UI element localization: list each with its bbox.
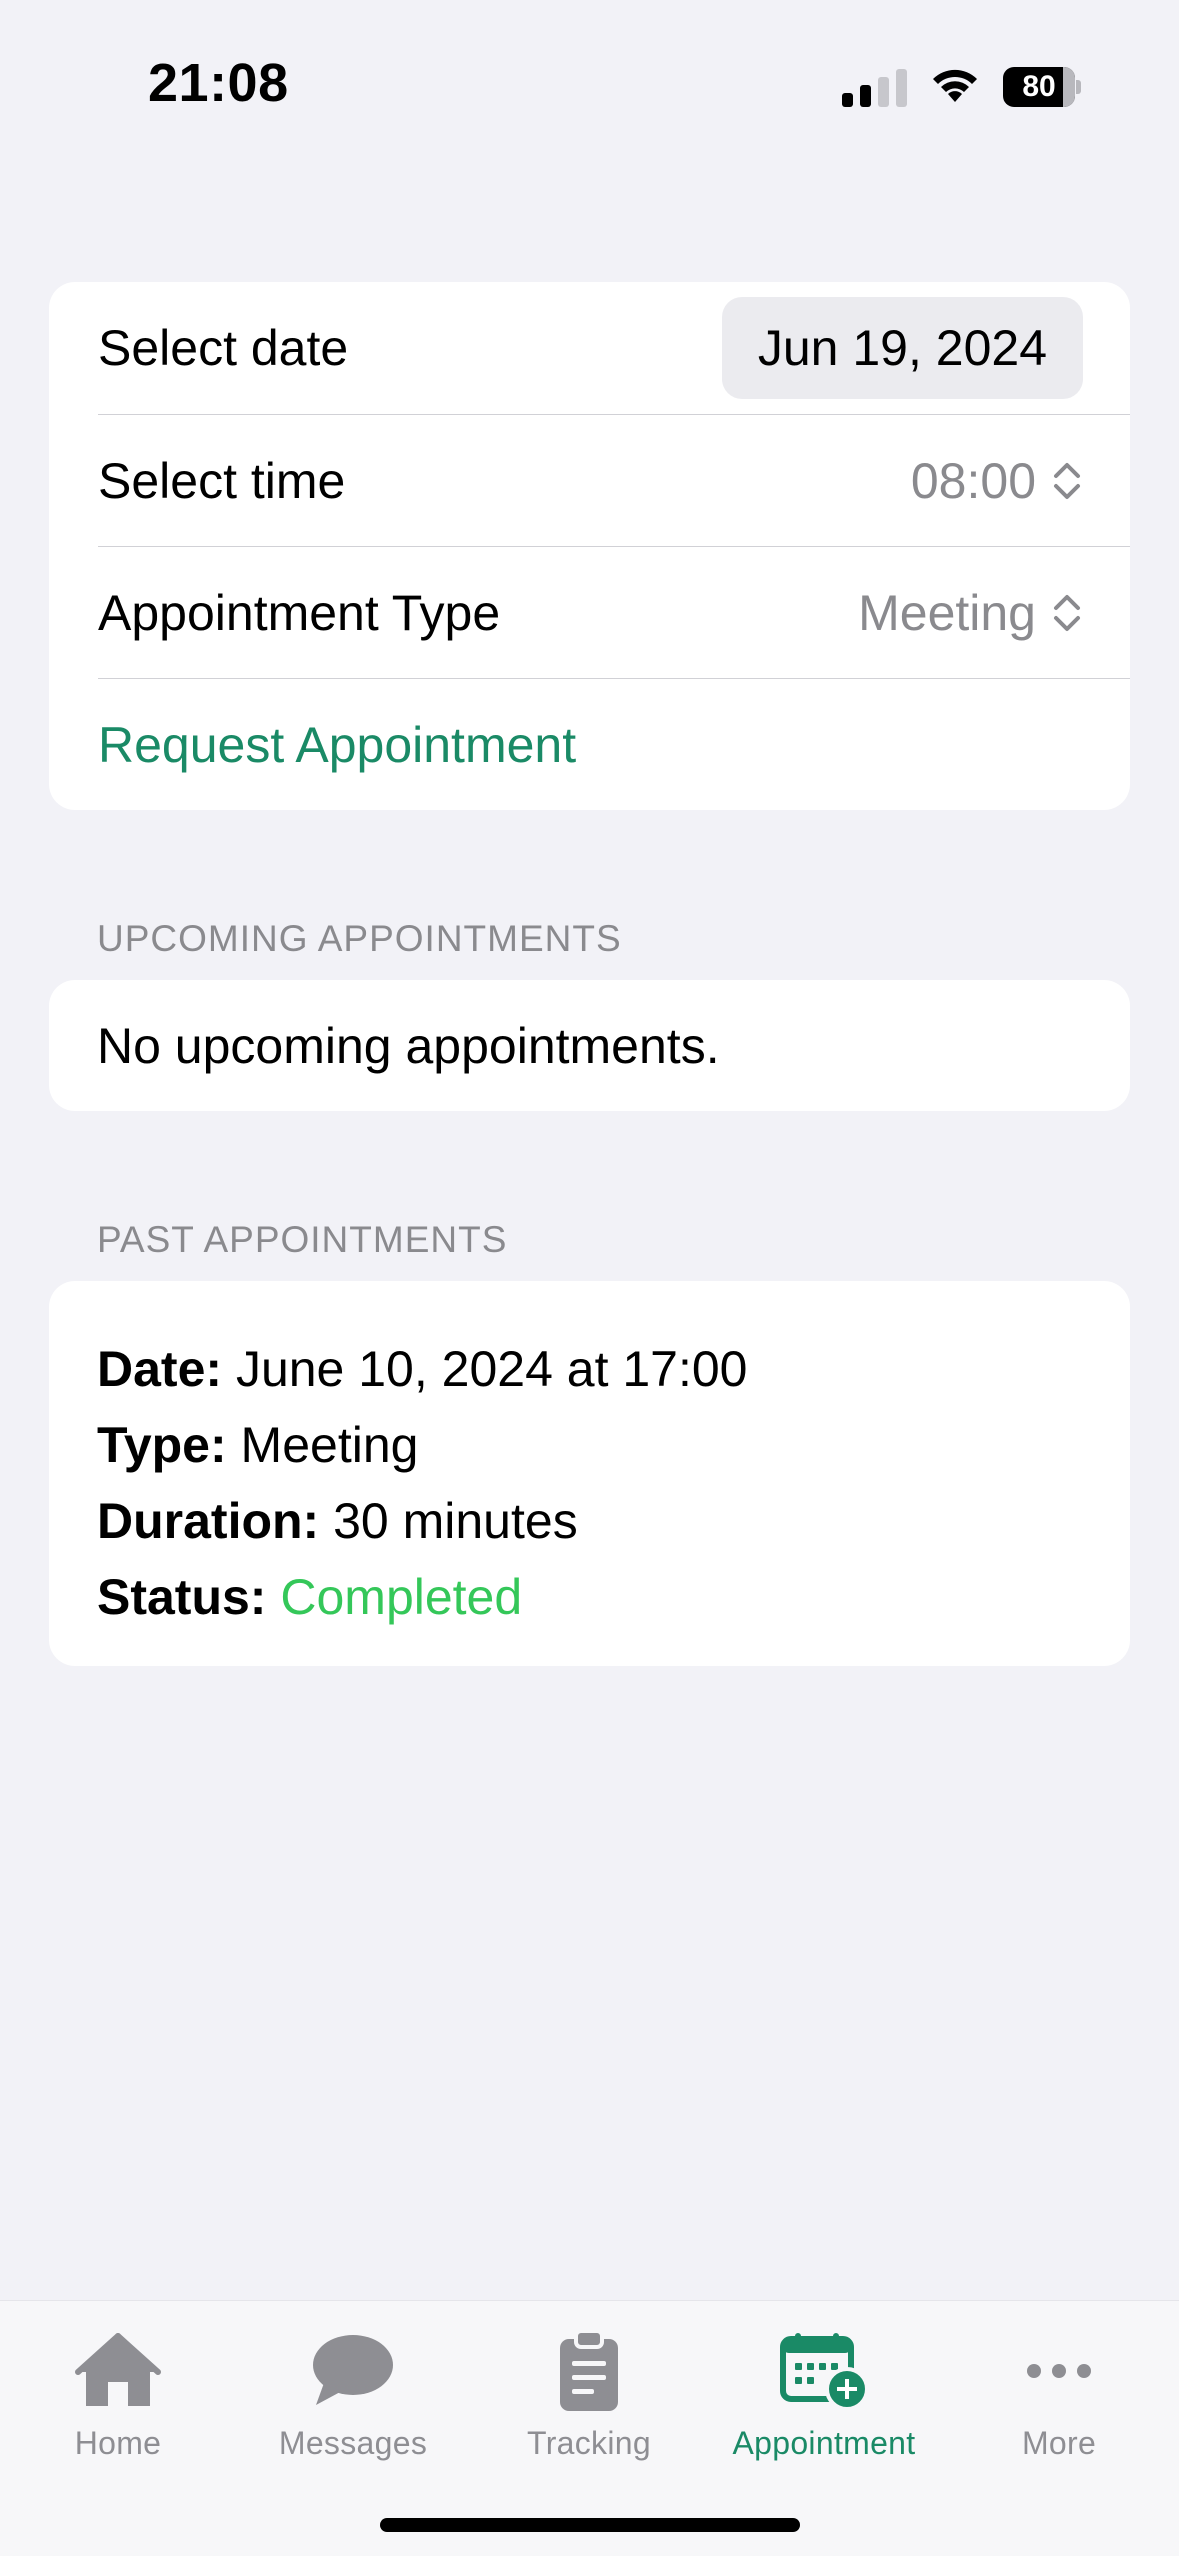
- battery-level: 80: [1022, 69, 1056, 103]
- cellular-signal-icon: [842, 67, 907, 107]
- tab-more-label: More: [1021, 2425, 1097, 2461]
- time-picker[interactable]: 08:00: [911, 452, 1082, 510]
- past-duration-label: Duration:: [97, 1493, 320, 1549]
- type-label: Appointment Type: [98, 584, 501, 641]
- house-icon: [0, 2323, 236, 2419]
- past-appointment-item: Date: June 10, 2024 at 17:00 Type: Meeti…: [49, 1281, 1130, 1666]
- home-indicator[interactable]: [380, 2518, 800, 2532]
- time-value: 08:00: [910, 452, 1036, 509]
- clipboard-icon: [471, 2323, 707, 2419]
- past-duration-value: 30 minutes: [333, 1493, 578, 1549]
- past-type-label: Type:: [97, 1417, 227, 1473]
- chevron-up-down-icon: [1052, 592, 1082, 634]
- tab-messages-label: Messages: [278, 2425, 428, 2461]
- time-label: Select time: [98, 452, 346, 509]
- request-appointment-button[interactable]: Request Appointment: [98, 716, 576, 774]
- tab-appointment-label: Appointment: [732, 2425, 916, 2461]
- request-row: Request Appointment: [98, 678, 1130, 810]
- status-bar: 21:08 80: [0, 0, 1179, 150]
- past-status-line: Status: Completed: [97, 1559, 1130, 1635]
- past-duration-line: Duration: 30 minutes: [97, 1483, 1130, 1559]
- tab-tracking[interactable]: Tracking: [471, 2323, 707, 2462]
- tab-home[interactable]: Home: [0, 2323, 236, 2462]
- type-picker[interactable]: Meeting: [858, 584, 1082, 642]
- tab-home-label: Home: [74, 2425, 162, 2461]
- type-row: Appointment Type Meeting: [98, 546, 1130, 678]
- time-row: Select time 08:00: [98, 414, 1130, 546]
- calendar-plus-icon: [706, 2323, 942, 2419]
- date-row: Select date Jun 19, 2024: [98, 282, 1130, 414]
- upcoming-empty-text: No upcoming appointments.: [97, 1017, 720, 1074]
- past-type-line: Type: Meeting: [97, 1407, 1130, 1483]
- type-value: Meeting: [858, 584, 1036, 641]
- wifi-icon: [929, 64, 981, 109]
- appointment-form: Select date Jun 19, 2024 Select time 08:…: [49, 282, 1130, 810]
- upcoming-header: UPCOMING APPOINTMENTS: [97, 918, 622, 959]
- tab-messages[interactable]: Messages: [235, 2323, 471, 2462]
- chevron-up-down-icon: [1052, 460, 1082, 502]
- upcoming-appointments-card: No upcoming appointments.: [49, 980, 1130, 1111]
- date-label: Select date: [98, 320, 349, 376]
- appointment-screen: 21:08 80 Select date Jun 19, 2024 Select…: [0, 0, 1179, 2556]
- past-type-value: Meeting: [240, 1417, 419, 1473]
- battery-icon: 80: [1003, 66, 1081, 107]
- tab-more[interactable]: More: [941, 2323, 1177, 2462]
- past-date-line: Date: June 10, 2024 at 17:00: [97, 1331, 1130, 1407]
- status-time: 21:08: [148, 53, 289, 113]
- ellipsis-icon: [941, 2323, 1177, 2419]
- past-status-label: Status:: [97, 1569, 267, 1625]
- status-icons: 80: [842, 64, 1081, 109]
- chat-bubble-icon: [235, 2323, 471, 2419]
- status-badge: Completed: [280, 1569, 523, 1625]
- date-picker-button[interactable]: Jun 19, 2024: [721, 297, 1083, 399]
- past-date-label: Date:: [97, 1341, 223, 1397]
- past-date-value: June 10, 2024 at 17:00: [235, 1341, 748, 1397]
- tab-tracking-label: Tracking: [527, 2425, 651, 2461]
- past-header: PAST APPOINTMENTS: [97, 1219, 508, 1260]
- tab-appointment[interactable]: Appointment: [706, 2323, 942, 2462]
